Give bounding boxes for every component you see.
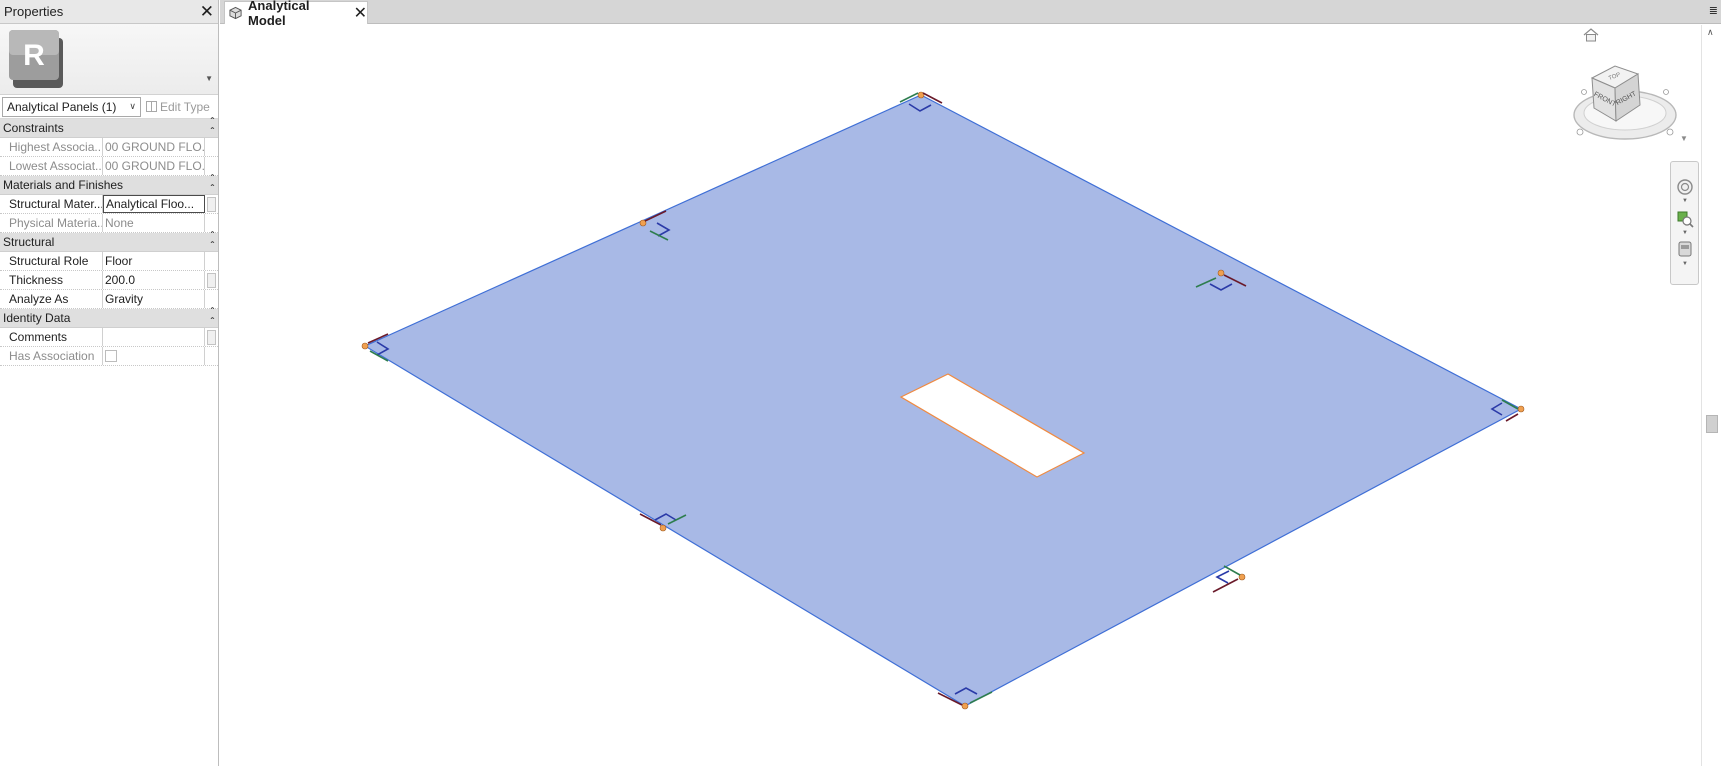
tab-label: Analytical Model bbox=[248, 0, 310, 28]
properties-palette: Properties ✕ R ▼ Analytical Panels (1) ∨… bbox=[0, 0, 219, 766]
property-row: Has Association bbox=[0, 347, 218, 366]
property-row: Highest Associa... 00 GROUND FLO... bbox=[0, 138, 218, 157]
scrollbar-thumb[interactable] bbox=[1706, 415, 1718, 433]
property-name: Has Association bbox=[0, 347, 103, 365]
property-name: Lowest Associat... bbox=[0, 157, 103, 175]
compass-marker-icon bbox=[1576, 128, 1584, 136]
property-value: 00 GROUND FLO... bbox=[105, 138, 205, 156]
steering-wheel-icon[interactable] bbox=[1676, 178, 1694, 196]
navigation-bar: ▼ ▼ ▼ bbox=[1670, 161, 1699, 285]
edit-type-button[interactable]: Edit Type bbox=[146, 100, 210, 114]
property-grid: Constraints ˆˆ Highest Associa... 00 GRO… bbox=[0, 118, 218, 366]
collapse-icon[interactable]: ˆˆ bbox=[211, 232, 214, 252]
group-label: Identity Data bbox=[3, 311, 71, 325]
has-association-field bbox=[103, 347, 205, 365]
collapse-icon[interactable]: ˆˆ bbox=[211, 175, 214, 195]
instance-filter-select[interactable]: Analytical Panels (1) ∨ bbox=[2, 96, 141, 117]
group-materials[interactable]: Materials and Finishes ˆˆ bbox=[0, 175, 218, 195]
tab-list-menu-icon[interactable]: ≣ bbox=[1709, 4, 1718, 17]
close-icon[interactable]: ✕ bbox=[200, 3, 214, 20]
browse-button[interactable] bbox=[206, 196, 216, 212]
thickness-field[interactable]: 200.0 bbox=[103, 271, 205, 289]
property-row: Lowest Associat... 00 GROUND FLO... bbox=[0, 157, 218, 176]
compass-marker-icon bbox=[1581, 89, 1587, 95]
group-label: Materials and Finishes bbox=[3, 178, 124, 192]
property-name: Comments bbox=[0, 328, 103, 346]
structural-material-field[interactable]: Analytical Floo... bbox=[103, 195, 205, 213]
associate-parameter-button[interactable] bbox=[206, 272, 216, 288]
property-name: Thickness bbox=[0, 271, 103, 289]
home-icon[interactable] bbox=[1582, 28, 1600, 42]
property-row: Thickness 200.0 bbox=[0, 271, 218, 290]
compass-marker-icon bbox=[1666, 128, 1674, 136]
property-row: Structural Role Floor bbox=[0, 252, 218, 271]
viewcube[interactable]: TOP FRONT RIGHT bbox=[1570, 58, 1680, 148]
node bbox=[961, 702, 969, 710]
instance-selector-row: Analytical Panels (1) ∨ Edit Type bbox=[0, 95, 218, 119]
edit-type-icon bbox=[146, 101, 157, 112]
properties-title: Properties bbox=[4, 4, 64, 19]
group-structural[interactable]: Structural ˆˆ bbox=[0, 232, 218, 252]
type-dropdown-icon[interactable]: ▼ bbox=[205, 74, 213, 83]
group-identity-data[interactable]: Identity Data ˆˆ bbox=[0, 308, 218, 328]
viewcube-menu-icon[interactable]: ▼ bbox=[1680, 134, 1688, 143]
steering-wheel-dropdown-icon[interactable]: ▼ bbox=[1682, 198, 1688, 204]
tab-analytical-model[interactable]: Analytical Model ✕ bbox=[224, 0, 368, 28]
property-name: Highest Associa... bbox=[0, 138, 103, 156]
group-label: Structural bbox=[3, 235, 55, 249]
view-tab-bar: Analytical Model ✕ ≣ bbox=[220, 0, 1721, 28]
property-row: Structural Mater... Analytical Floo... bbox=[0, 195, 218, 214]
group-constraints[interactable]: Constraints ˆˆ bbox=[0, 118, 218, 138]
analyze-as-field[interactable]: Gravity bbox=[103, 290, 205, 308]
node bbox=[1217, 269, 1225, 277]
instance-filter-value: Analytical Panels (1) bbox=[7, 99, 117, 114]
property-name: Physical Materia... bbox=[0, 214, 103, 232]
type-preview: R ▼ bbox=[0, 24, 218, 95]
node bbox=[1517, 405, 1525, 413]
has-association-checkbox bbox=[105, 350, 117, 362]
node bbox=[659, 524, 667, 532]
full-navigation-wheel-icon[interactable] bbox=[1676, 240, 1694, 258]
chevron-down-icon: ∨ bbox=[129, 101, 136, 111]
property-value: None bbox=[103, 214, 205, 232]
analytical-model-view[interactable] bbox=[220, 25, 1701, 766]
property-name: Analyze As bbox=[0, 290, 103, 308]
property-row: Analyze As Gravity bbox=[0, 290, 218, 309]
svg-text:R: R bbox=[23, 39, 45, 72]
scroll-up-icon[interactable]: ∧ bbox=[1707, 27, 1714, 38]
group-label: Constraints bbox=[3, 121, 64, 135]
view-canvas[interactable] bbox=[220, 25, 1701, 766]
associate-parameter-button[interactable] bbox=[206, 329, 216, 345]
close-icon[interactable]: ✕ bbox=[354, 3, 367, 23]
property-value: 00 GROUND FLO... bbox=[105, 157, 205, 175]
edit-type-label: Edit Type bbox=[160, 99, 210, 114]
comments-field[interactable] bbox=[103, 328, 205, 346]
compass-marker-icon bbox=[1663, 89, 1669, 95]
property-name: Structural Mater... bbox=[0, 195, 103, 213]
structural-role-field[interactable]: Floor bbox=[103, 252, 205, 270]
vertical-scrollbar[interactable]: ∧ bbox=[1701, 25, 1721, 766]
property-row: Physical Materia... None bbox=[0, 214, 218, 233]
zoom-region-icon[interactable] bbox=[1676, 210, 1694, 228]
collapse-icon[interactable]: ˆˆ bbox=[211, 308, 214, 328]
node bbox=[361, 342, 369, 350]
zoom-dropdown-icon[interactable]: ▼ bbox=[1682, 230, 1688, 236]
property-name: Structural Role bbox=[0, 252, 103, 270]
3d-view-icon bbox=[229, 6, 242, 20]
properties-title-bar: Properties ✕ bbox=[0, 0, 218, 24]
collapse-icon[interactable]: ˆˆ bbox=[211, 118, 214, 138]
property-row: Comments bbox=[0, 328, 218, 347]
navigation-dropdown-icon[interactable]: ▼ bbox=[1682, 261, 1688, 267]
revit-logo-icon: R bbox=[9, 30, 63, 88]
